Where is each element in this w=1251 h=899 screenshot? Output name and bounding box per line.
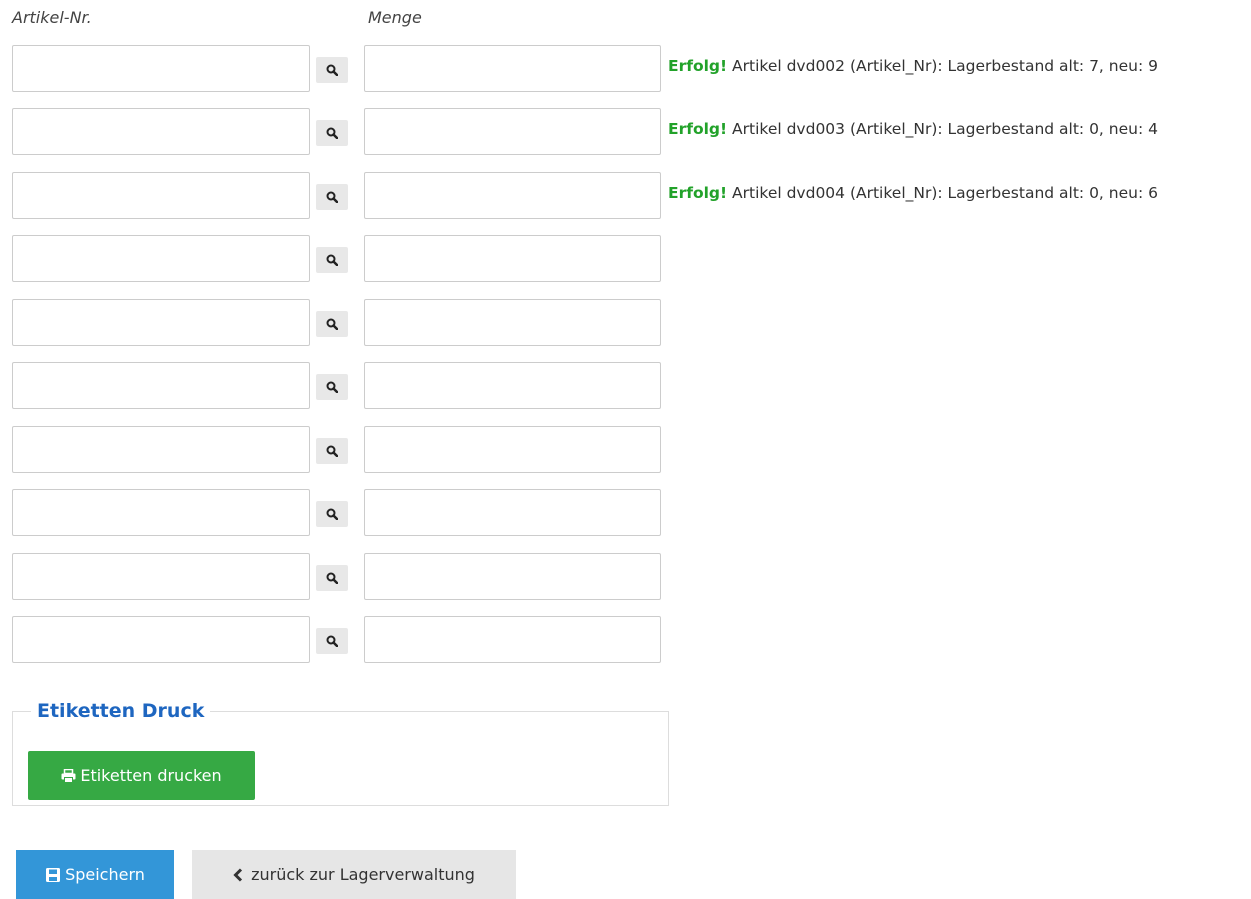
search-icon	[326, 381, 338, 393]
article-search-button[interactable]	[316, 184, 348, 210]
menge-input[interactable]	[364, 235, 661, 282]
artikel-nr-input[interactable]	[12, 235, 310, 282]
print-icon	[61, 768, 76, 783]
print-labels-button[interactable]: Etiketten drucken	[28, 751, 255, 800]
artikel-nr-input[interactable]	[12, 616, 310, 663]
search-icon	[326, 127, 338, 139]
success-label: Erfolg!	[668, 184, 728, 202]
menge-input[interactable]	[364, 172, 661, 219]
article-search-button[interactable]	[316, 501, 348, 527]
artikel-nr-input[interactable]	[12, 426, 310, 473]
artikel-nr-input[interactable]	[12, 489, 310, 536]
menge-input[interactable]	[364, 426, 661, 473]
search-icon	[326, 445, 338, 457]
menge-input[interactable]	[364, 489, 661, 536]
search-icon	[326, 191, 338, 203]
menge-input[interactable]	[364, 108, 661, 155]
search-icon	[326, 64, 338, 76]
artikel-nr-input[interactable]	[12, 108, 310, 155]
search-icon	[326, 508, 338, 520]
success-label: Erfolg!	[668, 57, 728, 75]
menge-input[interactable]	[364, 362, 661, 409]
menge-input[interactable]	[364, 553, 661, 600]
success-message: Erfolg! Artikel dvd004 (Artikel_Nr): Lag…	[668, 184, 1158, 202]
article-search-button[interactable]	[316, 247, 348, 273]
artikel-nr-header: Artikel-Nr.	[12, 8, 92, 27]
artikel-nr-input[interactable]	[12, 299, 310, 346]
menge-input[interactable]	[364, 616, 661, 663]
floppy-disk-icon	[45, 867, 61, 883]
back-label: zurück zur Lagerverwaltung	[251, 865, 475, 884]
article-search-button[interactable]	[316, 438, 348, 464]
success-message: Erfolg! Artikel dvd002 (Artikel_Nr): Lag…	[668, 57, 1158, 75]
search-icon	[326, 635, 338, 647]
artikel-nr-input[interactable]	[12, 172, 310, 219]
article-search-button[interactable]	[316, 311, 348, 337]
article-search-button[interactable]	[316, 565, 348, 591]
save-button[interactable]: Speichern	[16, 850, 174, 899]
print-labels-label: Etiketten drucken	[80, 766, 222, 785]
etiketten-druck-section: Etiketten Druck Etiketten drucken	[12, 700, 669, 806]
menge-input[interactable]	[364, 45, 661, 92]
success-message-text: Artikel dvd004 (Artikel_Nr): Lagerbestan…	[727, 184, 1158, 202]
chevron-left-icon	[233, 867, 243, 882]
back-to-lagerverwaltung-button[interactable]: zurück zur Lagerverwaltung	[192, 850, 516, 899]
search-icon	[326, 318, 338, 330]
save-label: Speichern	[65, 865, 145, 884]
search-icon	[326, 254, 338, 266]
etiketten-druck-legend: Etiketten Druck	[37, 700, 205, 722]
success-message-text: Artikel dvd003 (Artikel_Nr): Lagerbestan…	[727, 120, 1158, 138]
article-search-button[interactable]	[316, 628, 348, 654]
success-message: Erfolg! Artikel dvd003 (Artikel_Nr): Lag…	[668, 120, 1158, 138]
success-message-text: Artikel dvd002 (Artikel_Nr): Lagerbestan…	[727, 57, 1158, 75]
menge-header: Menge	[368, 8, 422, 27]
artikel-nr-input[interactable]	[12, 45, 310, 92]
success-label: Erfolg!	[668, 120, 728, 138]
article-search-button[interactable]	[316, 120, 348, 146]
article-search-button[interactable]	[316, 374, 348, 400]
search-icon	[326, 572, 338, 584]
artikel-nr-input[interactable]	[12, 553, 310, 600]
menge-input[interactable]	[364, 299, 661, 346]
artikel-nr-input[interactable]	[12, 362, 310, 409]
article-search-button[interactable]	[316, 57, 348, 83]
